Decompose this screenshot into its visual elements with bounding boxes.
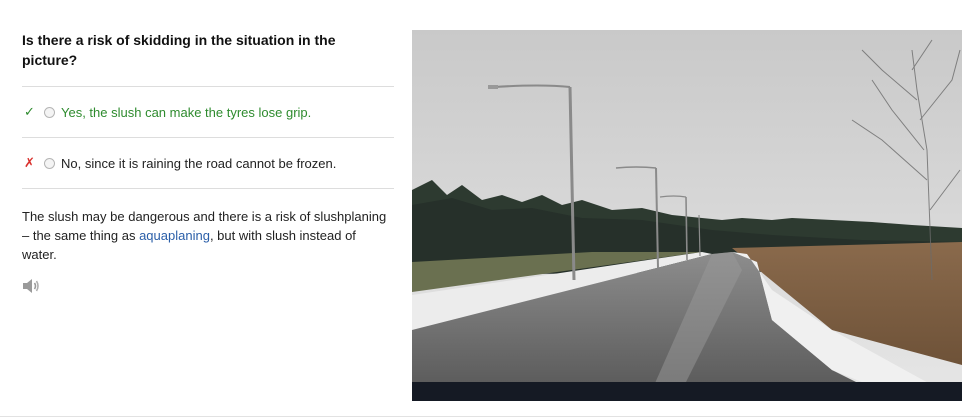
- divider: [0, 416, 980, 417]
- road-photo: [412, 30, 962, 401]
- answer-label: Yes, the slush can make the tyres lose g…: [61, 104, 312, 120]
- question-panel: Is there a risk of skidding in the situa…: [22, 30, 394, 294]
- radio-button[interactable]: [44, 157, 55, 169]
- speaker-icon[interactable]: [22, 278, 42, 294]
- radio-button[interactable]: [44, 106, 55, 118]
- quiz-page: Is there a risk of skidding in the situa…: [0, 0, 980, 419]
- answer-option-yes[interactable]: ✓ Yes, the slush can make the tyres lose…: [22, 87, 394, 137]
- check-icon: ✓: [24, 104, 35, 119]
- question-text: Is there a risk of skidding in the situa…: [22, 32, 336, 68]
- divider: [22, 188, 394, 189]
- aquaplaning-link[interactable]: aquaplaning: [139, 228, 210, 243]
- explanation-text: The slush may be dangerous and there is …: [22, 207, 394, 264]
- answer-option-no[interactable]: ✗ No, since it is raining the road canno…: [22, 138, 394, 188]
- cross-icon: ✗: [24, 155, 35, 170]
- answer-label: No, since it is raining the road cannot …: [61, 155, 337, 171]
